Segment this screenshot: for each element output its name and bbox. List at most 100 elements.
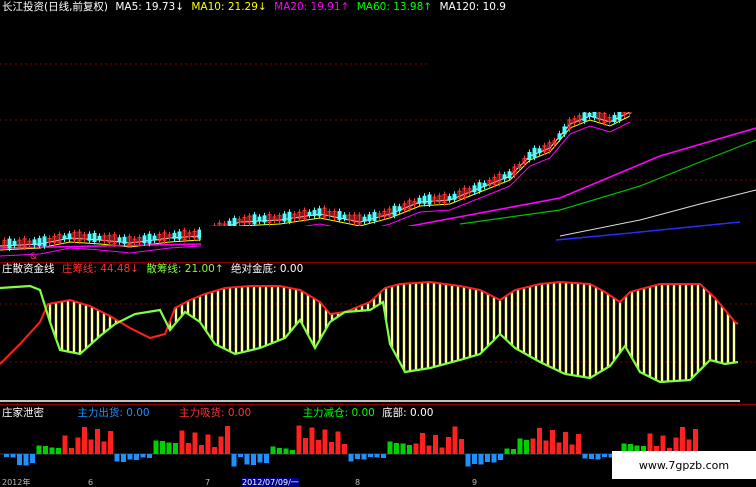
volume-bar (374, 454, 380, 458)
volume-bar (17, 454, 22, 465)
volume-bar (290, 450, 295, 454)
volume-bar (10, 454, 16, 458)
volume-bar (504, 448, 510, 454)
volume-bar (179, 430, 185, 454)
candle-body (477, 182, 482, 192)
volume-bar (127, 454, 133, 460)
candle-body (592, 111, 597, 118)
candle-body (532, 147, 537, 158)
volume-bar (576, 434, 581, 454)
ma20-label: MA20: 19.91↑ (274, 1, 350, 13)
candle-body (417, 197, 422, 204)
candle-body (507, 171, 512, 179)
candle-body (7, 238, 12, 249)
candle-body (37, 238, 42, 247)
volume-bar (517, 438, 523, 454)
volume-bar (602, 454, 607, 457)
volume-bar (134, 454, 139, 460)
candle-body (172, 232, 177, 239)
volume-bar (413, 443, 419, 454)
volume-bar (303, 438, 308, 454)
candle-body (472, 185, 477, 193)
candle-body (612, 115, 617, 122)
volume-bar (478, 454, 484, 465)
volume-bar (95, 429, 100, 454)
volume-bar (381, 454, 386, 458)
volume-bar (43, 446, 48, 454)
candle-body (152, 235, 157, 241)
watermark-text: www.7gpzb.com (638, 458, 730, 472)
absolute-bottom-label: 绝对金底: 0.00 (231, 263, 304, 275)
capital-line-chart (0, 280, 756, 402)
volume-bar (459, 439, 464, 454)
volume-bar (426, 445, 432, 454)
volume-bar (355, 454, 360, 459)
candle-body (307, 211, 312, 216)
axis-tick-label: 7 (205, 478, 211, 487)
candle-body (562, 126, 567, 135)
volume-bar (225, 426, 230, 454)
volume-bar (23, 454, 29, 466)
volume-bar (582, 454, 588, 459)
price-chart-pane[interactable]: 长江投资(日线,前复权) MA5: 19.73↓ MA10: 21.29↓ MA… (0, 0, 756, 262)
candle-body (252, 214, 257, 225)
volume-bar (342, 444, 347, 454)
volume-bar (309, 427, 315, 454)
volume-bar (88, 439, 94, 454)
main-cut-label: 主力减仓: 0.00 (302, 407, 375, 419)
volume-bar (283, 448, 289, 454)
volume-bar (524, 440, 529, 454)
candle-body (87, 233, 92, 241)
volume-bar (277, 448, 282, 454)
main-out-label: 主力出货: 0.00 (77, 407, 150, 419)
volume-bar (56, 448, 61, 454)
volume-bar (49, 447, 55, 454)
volume-bar (69, 448, 74, 454)
volume-bar (563, 432, 568, 454)
candle-body (447, 196, 452, 201)
candle-body (92, 233, 97, 243)
volume-bar (264, 454, 269, 463)
volume-bar (108, 431, 113, 454)
volume-bar (316, 440, 321, 454)
volume-bar (36, 445, 42, 454)
volume-bar (218, 436, 224, 454)
volume-bar (446, 437, 451, 454)
volume-bar (140, 454, 146, 458)
candle-body (362, 216, 367, 222)
volume-bar (173, 443, 178, 454)
volume-bar (212, 447, 217, 454)
volume-bar (186, 443, 191, 454)
candle-body (147, 233, 152, 244)
volume-bar (335, 431, 341, 454)
candle-body (502, 174, 507, 180)
volume-bar (433, 435, 438, 454)
candle-body (557, 133, 562, 140)
ma5-label: MA5: 19.73↓ (115, 1, 185, 13)
candle-body (122, 236, 127, 244)
candle-body (617, 111, 622, 121)
candle-body (342, 214, 347, 219)
volume-bar (537, 428, 542, 454)
volume-bar (199, 445, 204, 454)
candle-body (62, 235, 67, 240)
volume-bar (400, 443, 406, 454)
volume-bar (439, 447, 445, 454)
volume-bar (394, 443, 399, 454)
volume-bar (296, 425, 302, 454)
volume-bar (147, 454, 152, 458)
candle-body (142, 235, 147, 244)
axis-tick-label: 9 (472, 478, 478, 487)
candle-body (527, 152, 532, 160)
volume-bar (121, 454, 126, 462)
candle-body (427, 194, 432, 205)
volume-bar (569, 444, 575, 454)
candle-body (537, 148, 542, 154)
dealer-secret-title: 庄家泄密 (2, 407, 44, 419)
volume-bar (75, 437, 81, 454)
candle-body (32, 239, 37, 246)
capital-line-pane[interactable]: 庄散资金线 庄筹线: 44.48↓ 散筹线: 21.00↑ 绝对金底: 0.00 (0, 262, 756, 404)
candle-body (67, 233, 72, 240)
candle-body (312, 210, 317, 217)
volume-bar (329, 442, 334, 454)
